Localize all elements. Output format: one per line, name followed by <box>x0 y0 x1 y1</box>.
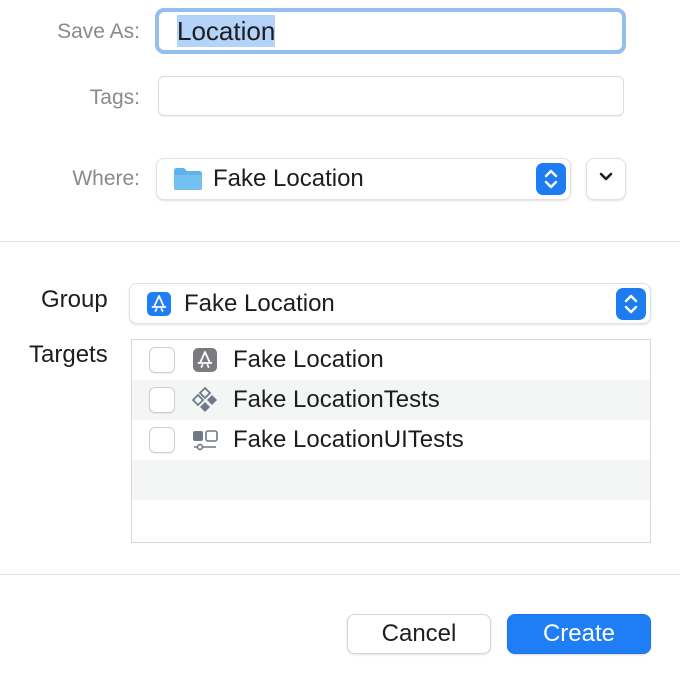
empty-list-row <box>132 500 650 540</box>
up-down-chevron-icon <box>536 163 566 195</box>
divider <box>0 241 680 242</box>
up-down-chevron-icon <box>616 288 646 320</box>
chevron-down-icon <box>598 170 614 188</box>
empty-list-row <box>132 460 650 500</box>
create-button[interactable]: Create <box>507 614 651 654</box>
tags-input[interactable] <box>158 76 624 116</box>
divider <box>0 574 680 575</box>
app-target-icon <box>191 346 219 374</box>
targets-list: Fake Location Fake LocationTests Fake Lo… <box>131 339 651 543</box>
where-selected-label: Fake Location <box>213 165 364 192</box>
group-popup[interactable]: Fake Location <box>129 283 651 324</box>
unit-test-target-icon <box>191 386 219 414</box>
cancel-button[interactable]: Cancel <box>347 614 491 654</box>
save-as-value: Location <box>177 15 276 47</box>
app-store-icon <box>146 291 172 317</box>
ui-test-target-icon <box>191 426 219 454</box>
target-label: Fake Location <box>233 346 384 373</box>
group-selected-label: Fake Location <box>184 289 335 317</box>
target-label: Fake LocationTests <box>233 386 440 413</box>
target-row-app[interactable]: Fake Location <box>132 340 650 380</box>
target-checkbox[interactable] <box>149 387 175 413</box>
save-dialog: Save As: Location Tags: Where: Fake Loca… <box>0 0 680 685</box>
where-label: Where: <box>72 167 140 190</box>
folder-icon <box>173 167 203 191</box>
target-row-uitests[interactable]: Fake LocationUITests <box>132 420 650 460</box>
expand-dialog-button[interactable] <box>586 158 626 200</box>
targets-label: Targets <box>29 341 108 368</box>
save-as-label: Save As: <box>57 20 140 43</box>
tags-label: Tags: <box>89 86 140 109</box>
save-as-input[interactable]: Location <box>155 8 626 54</box>
target-checkbox[interactable] <box>149 427 175 453</box>
where-popup[interactable]: Fake Location <box>156 158 571 200</box>
target-checkbox[interactable] <box>149 347 175 373</box>
target-label: Fake LocationUITests <box>233 426 464 453</box>
group-label: Group <box>41 286 108 313</box>
target-row-tests[interactable]: Fake LocationTests <box>132 380 650 420</box>
